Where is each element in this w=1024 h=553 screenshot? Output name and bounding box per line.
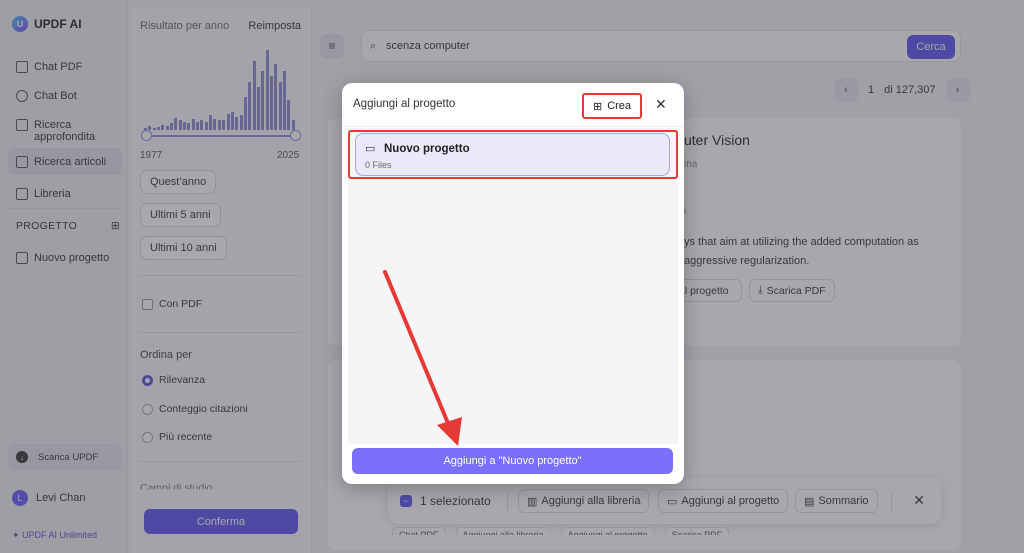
- dialog-title: Aggiungi al progetto: [353, 98, 456, 110]
- project-name: Nuovo progetto: [384, 143, 470, 155]
- project-file-count: 0 Files: [365, 160, 392, 170]
- create-project-button[interactable]: ⊞ Crea: [582, 93, 642, 119]
- folder-plus-icon: ⊞: [592, 100, 603, 113]
- folder-icon: ▭: [365, 143, 376, 155]
- close-icon[interactable]: ✕: [655, 96, 667, 113]
- project-list-item[interactable]: ▭ Nuovo progetto 0 Files: [355, 133, 670, 176]
- add-to-project-confirm-button[interactable]: Aggiungi a "Nuovo progetto": [352, 448, 673, 474]
- dialog-divider: [342, 126, 684, 127]
- app-window: U UPDF AI Chat PDF Chat Bot Ricerca appr…: [0, 0, 1024, 553]
- add-to-project-dialog: Aggiungi al progetto ⊞ Crea ✕ ▭ Nuovo pr…: [342, 83, 684, 484]
- create-label: Crea: [607, 100, 632, 112]
